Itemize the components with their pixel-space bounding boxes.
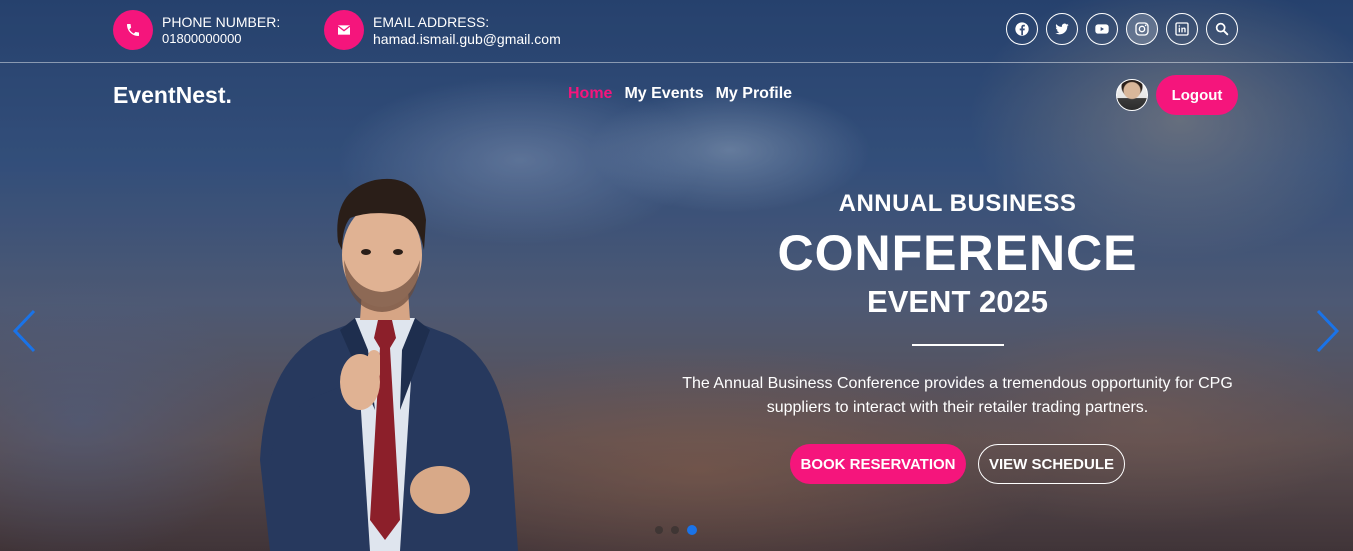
site-logo[interactable]: EventNest.	[113, 82, 232, 109]
hero-divider	[911, 344, 1004, 346]
hero-description: The Annual Business Conference provides …	[682, 375, 1233, 416]
hero-content: ANNUAL BUSINESS CONFERENCE EVENT 2025 Th…	[680, 190, 1235, 484]
search-icon[interactable]	[1206, 13, 1238, 45]
email-label: EMAIL ADDRESS:	[373, 14, 490, 30]
mail-icon	[324, 10, 364, 50]
slider-dot-2[interactable]	[671, 526, 679, 534]
facebook-icon[interactable]	[1006, 13, 1038, 45]
phone-icon	[113, 10, 153, 50]
nav-link-my-profile[interactable]: My Profile	[716, 85, 792, 103]
nav-menu: Home My Events My Profile	[568, 85, 792, 103]
main-navigation: EventNest. Home My Events My Profile Log…	[0, 75, 1353, 115]
hero-title: CONFERENCE	[777, 225, 1138, 281]
nav-link-my-events[interactable]: My Events	[624, 85, 703, 103]
phone-contact: PHONE NUMBER: 01800000000	[113, 10, 280, 50]
hero-slider: PHONE NUMBER: 01800000000 EMAIL ADDRESS:…	[0, 0, 1353, 551]
youtube-icon[interactable]	[1086, 13, 1118, 45]
hero-year-line: EVENT 2025	[867, 284, 1048, 319]
view-schedule-button[interactable]: VIEW SCHEDULE	[978, 444, 1125, 484]
top-contact-bar: PHONE NUMBER: 01800000000 EMAIL ADDRESS:…	[0, 0, 1353, 63]
slider-pagination	[655, 525, 697, 535]
slider-dot-3[interactable]	[687, 525, 697, 535]
logout-button[interactable]: Logout	[1156, 75, 1238, 115]
nav-link-home[interactable]: Home	[568, 85, 612, 103]
instagram-icon[interactable]	[1126, 13, 1158, 45]
social-links	[1006, 13, 1238, 45]
phone-number[interactable]: 01800000000	[162, 31, 280, 47]
user-avatar[interactable]	[1116, 79, 1148, 111]
slider-dot-1[interactable]	[655, 526, 663, 534]
chevron-right-icon[interactable]	[1314, 308, 1342, 354]
speaker-image	[260, 178, 518, 551]
email-contact: EMAIL ADDRESS: hamad.ismail.gub@gmail.co…	[324, 10, 561, 50]
hero-buttons: BOOK RESERVATION VIEW SCHEDULE	[680, 444, 1235, 484]
book-reservation-button[interactable]: BOOK RESERVATION	[790, 444, 966, 484]
twitter-icon[interactable]	[1046, 13, 1078, 45]
phone-label: PHONE NUMBER:	[162, 14, 281, 30]
linkedin-icon[interactable]	[1166, 13, 1198, 45]
hero-subtitle: ANNUAL BUSINESS	[838, 190, 1077, 217]
email-address[interactable]: hamad.ismail.gub@gmail.com	[373, 31, 561, 47]
chevron-left-icon[interactable]	[10, 308, 38, 354]
